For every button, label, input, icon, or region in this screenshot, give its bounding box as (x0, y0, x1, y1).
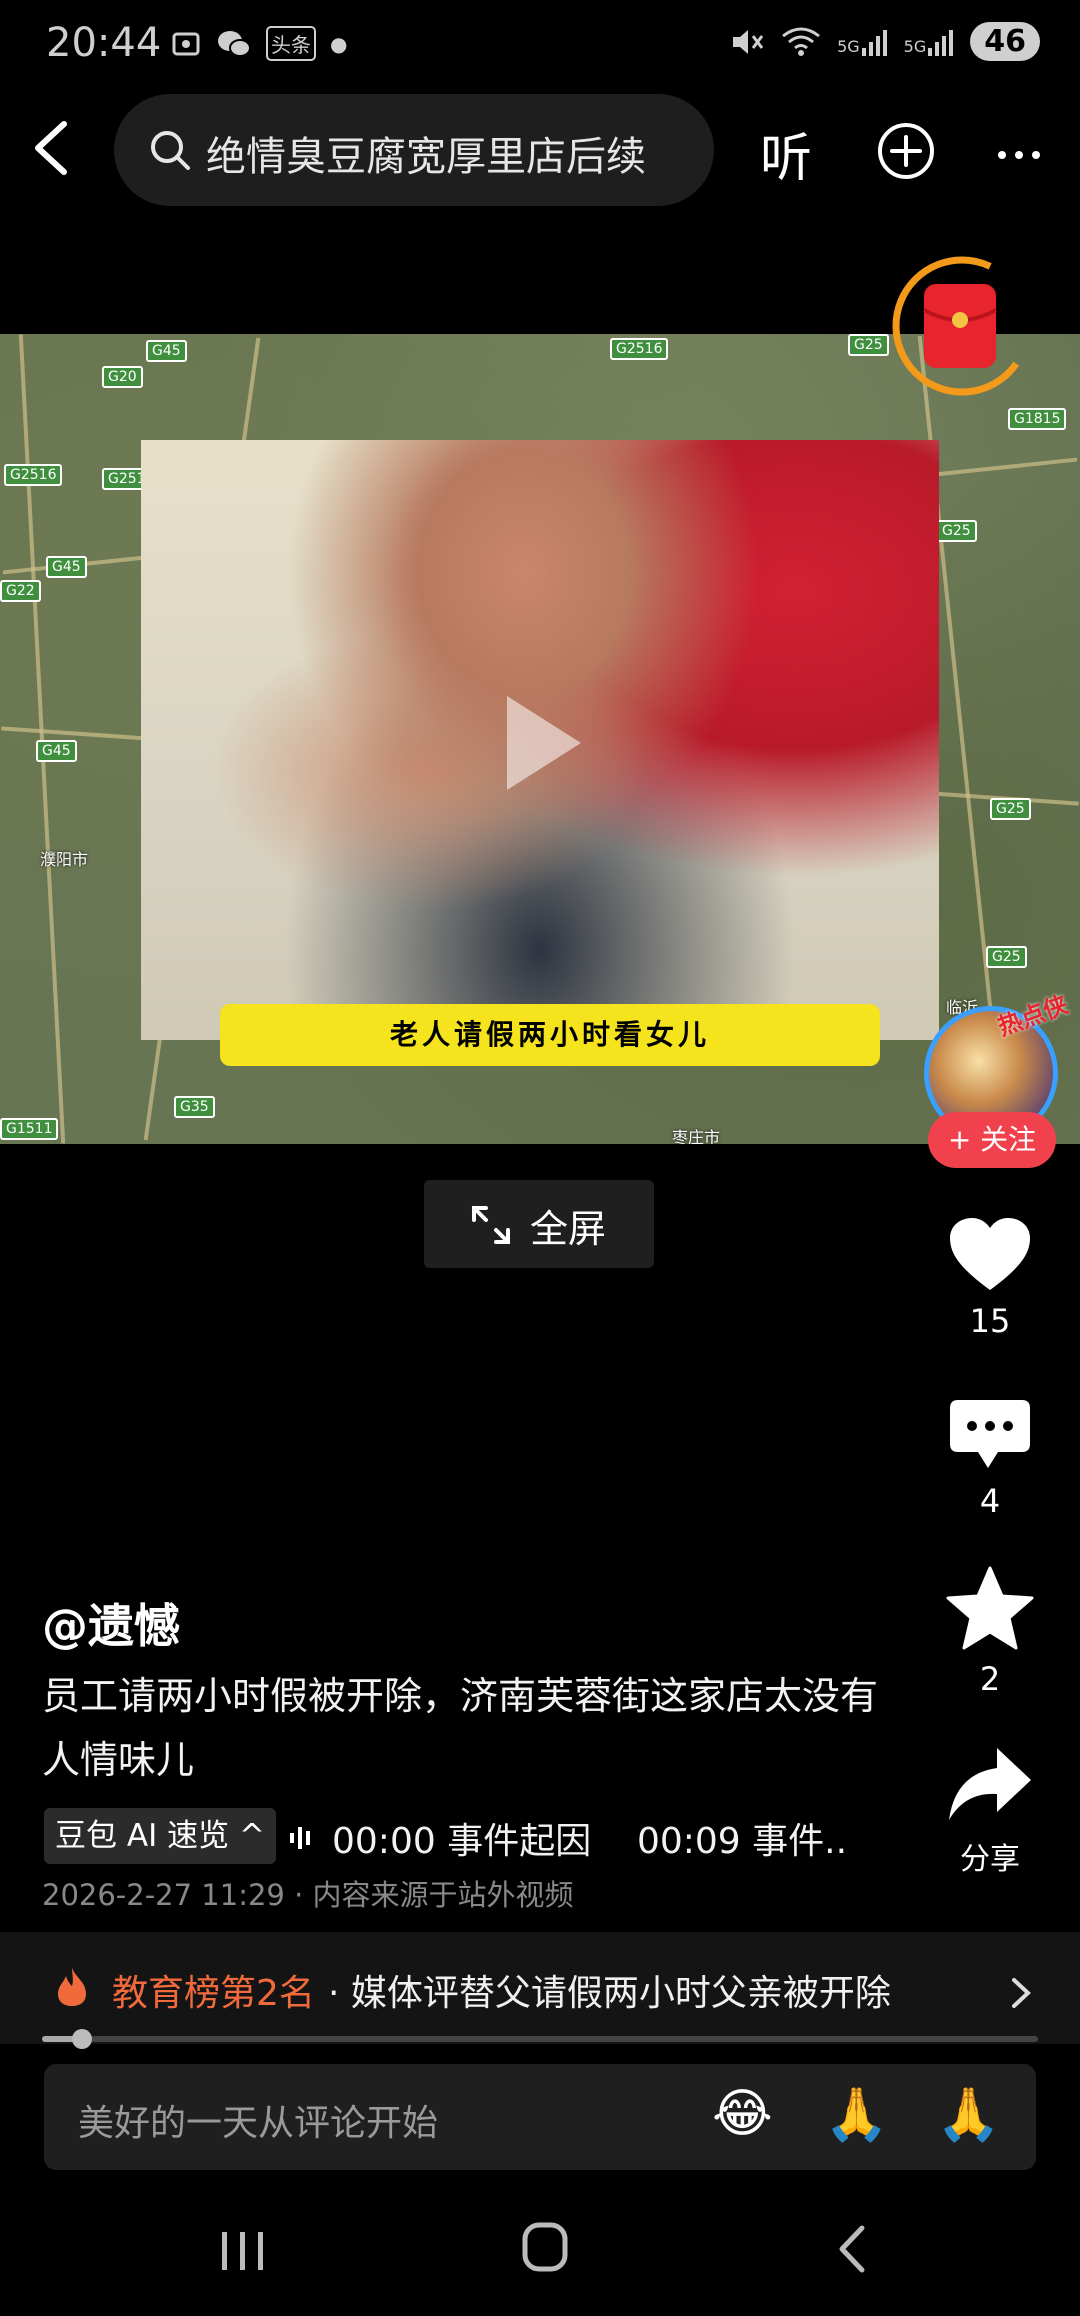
ai-summary-text: 00:00 事件起因 00:09 事件.. (332, 1821, 848, 1862)
nav-back-button[interactable] (836, 2224, 866, 2278)
road-shield: G25 (848, 334, 889, 356)
fire-icon (58, 1968, 86, 2006)
video-caption: 老人请假两小时看女儿 (220, 1004, 880, 1066)
red-envelope-icon (892, 256, 1032, 396)
pray-emoji-2[interactable]: 🙏 (936, 2084, 1001, 2145)
audio-wave-icon (290, 1827, 310, 1849)
hot-title: · 媒体评替父请假两小时父亲被开除 (328, 1973, 891, 2014)
search-box[interactable]: 绝情臭豆腐宽厚里店后续 (114, 94, 714, 206)
play-icon[interactable] (493, 688, 589, 798)
video-player[interactable]: G45 G20 G2516 G2516 G45 G22 G45 G25 G181… (0, 334, 1080, 1144)
map-label: 枣庄市 (672, 1128, 721, 1144)
chevron-right-icon (1012, 1978, 1031, 2008)
map-label: 濮阳市 (40, 850, 89, 869)
chevron-left-icon (35, 121, 67, 175)
share-label: 分享 (960, 1842, 1020, 1877)
post-text: 员工请两小时假被开除，济南芙蓉街这家店太没有人情味儿 (42, 1674, 879, 1782)
post-meta: 2026-2-27 11:29 · 内容来源于站外视频 (42, 1878, 574, 1912)
ai-summary-chip[interactable]: 豆包 AI 速览 ^ (44, 1808, 276, 1864)
nav-home-button[interactable] (522, 2222, 568, 2276)
toutiao-icon: 头条 (266, 26, 316, 61)
hot-ranking-banner[interactable]: 教育榜第2名 · 媒体评替父请假两小时父亲被开除 (0, 1932, 1080, 2044)
back-button[interactable] (28, 118, 72, 178)
home-icon (522, 2222, 568, 2272)
comment-input[interactable]: 美好的一天从评论开始 😂 🙏 🙏 (44, 2064, 1036, 2170)
road-shield: G2516 (610, 338, 669, 360)
plus-circle-icon (878, 123, 934, 179)
status-bar: 20:44 头条 ● 5G 5G 46 (0, 0, 1080, 95)
more-button[interactable] (996, 146, 1042, 165)
add-button[interactable] (876, 121, 936, 185)
chevron-left-icon (839, 2225, 865, 2273)
hot-rank: 教育榜第2名 (112, 1973, 315, 2014)
notification-icons: 头条 ● (170, 26, 347, 61)
share-arrow-icon (949, 1748, 1031, 1820)
road-shield: G25 (990, 798, 1031, 820)
comment-count: 4 (979, 1482, 1001, 1520)
star-icon (946, 1566, 1034, 1650)
road-shield: G35 (174, 1096, 215, 1118)
comment-button[interactable]: 4 (936, 1398, 1044, 1520)
mute-icon (733, 29, 764, 54)
system-icons: 5G 5G 46 (729, 22, 1040, 61)
comment-bubble-icon (950, 1400, 1030, 1468)
ai-summary-items[interactable]: 00:00 事件起因 00:09 事件.. (290, 1812, 847, 1864)
wifi-icon (782, 27, 821, 56)
red-packet-button[interactable] (890, 254, 1034, 398)
road-shield: G25 (986, 946, 1027, 968)
comment-placeholder: 美好的一天从评论开始 (78, 2103, 439, 2144)
road-shield: G45 (146, 340, 187, 362)
more-horizontal-icon (998, 151, 1040, 159)
clock: 20:44 (46, 20, 162, 66)
road-shield: G1815 (1008, 408, 1067, 430)
progress-knob[interactable] (71, 2029, 92, 2049)
road-shield: G20 (102, 366, 143, 388)
favorite-count: 2 (979, 1660, 1001, 1698)
screenshot-icon (172, 32, 200, 55)
favorite-button[interactable]: 2 (936, 1566, 1044, 1698)
pray-emoji[interactable]: 🙏 (824, 2084, 889, 2145)
road-shield: G1511 (0, 1118, 59, 1140)
road-shield: G2516 (4, 464, 63, 486)
battery-level: 46 (970, 22, 1040, 61)
fullscreen-button[interactable]: 全屏 (424, 1180, 654, 1268)
like-button[interactable]: 15 (936, 1216, 1044, 1340)
road-shield: G22 (0, 580, 41, 602)
video-frame (141, 440, 939, 1040)
fullscreen-label: 全屏 (530, 1207, 607, 1251)
road-shield: G45 (46, 556, 87, 578)
signal-1: 5G (837, 28, 888, 56)
playback-progress-bar[interactable] (42, 2029, 1038, 2049)
author-name[interactable]: @遗憾 (42, 1590, 180, 1656)
signal-2: 5G (904, 28, 955, 56)
laugh-cry-emoji[interactable]: 😂 (712, 2084, 773, 2144)
expand-icon (472, 1206, 510, 1244)
like-count: 15 (969, 1302, 1011, 1340)
listen-button[interactable]: 听 (760, 116, 812, 191)
dot-icon: ● (330, 31, 348, 56)
heart-icon (950, 1218, 1030, 1290)
follow-button[interactable]: + 关注 (928, 1112, 1056, 1168)
recent-apps-icon (222, 2232, 263, 2270)
road-shield: G25 (936, 520, 977, 542)
search-query: 绝情臭豆腐宽厚里店后续 (206, 134, 646, 180)
search-icon (151, 131, 190, 170)
nav-recent-apps-button[interactable] (220, 2230, 266, 2276)
wechat-icon (218, 30, 251, 57)
share-button[interactable]: 分享 (936, 1744, 1044, 1878)
road-shield: G45 (36, 740, 77, 762)
